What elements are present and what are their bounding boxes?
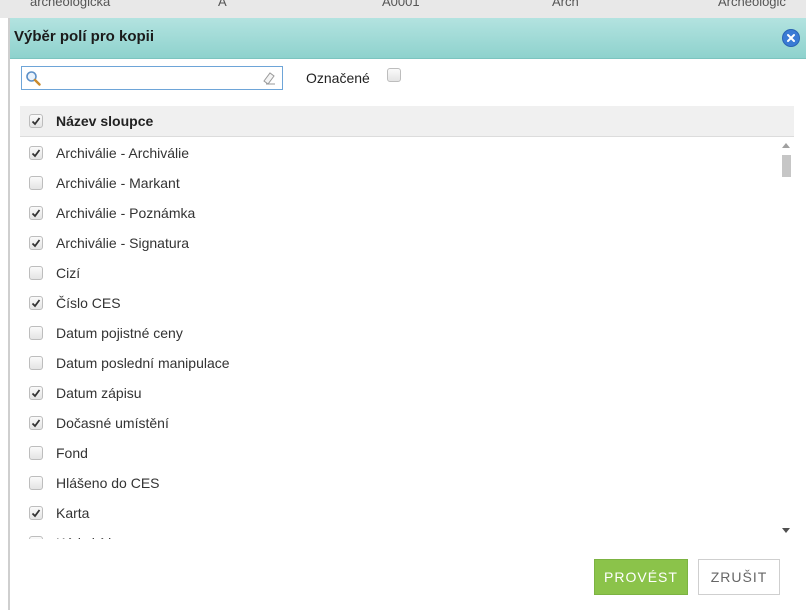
field-checkbox[interactable] <box>29 536 43 539</box>
field-label: Archiválie - Markant <box>56 175 180 191</box>
field-checkbox[interactable] <box>29 416 43 430</box>
field-list-item[interactable]: Kód sbírky <box>20 527 794 539</box>
background-cell: Arch <box>552 0 579 9</box>
cancel-button[interactable]: ZRUŠIT <box>698 559 780 595</box>
field-list-item[interactable]: Archiválie - Signatura <box>20 227 794 257</box>
checkmark-icon <box>31 209 41 218</box>
field-checkbox[interactable] <box>29 206 43 220</box>
column-header-row: Název sloupce <box>20 106 794 137</box>
marked-label: Označené <box>306 70 370 86</box>
field-list-item[interactable]: Datum pojistné ceny <box>20 317 794 347</box>
field-label: Archiválie - Archiválie <box>56 145 190 161</box>
marked-checkbox[interactable] <box>387 68 401 82</box>
field-list-item[interactable]: Cizí <box>20 257 794 287</box>
field-checkbox[interactable] <box>29 296 43 310</box>
background-table-row: archeologická A A0001 Arch Archeologic <box>0 0 806 18</box>
field-label: Dočasné umístění <box>56 415 169 431</box>
search-field[interactable] <box>21 66 283 90</box>
search-input[interactable] <box>44 69 244 87</box>
select-all-checkbox[interactable] <box>29 114 43 128</box>
search-icon <box>26 71 41 86</box>
field-checkbox[interactable] <box>29 266 43 280</box>
close-icon <box>787 34 795 42</box>
background-cell: A <box>218 0 227 9</box>
dialog-titlebar[interactable]: Výběr polí pro kopii <box>10 18 806 59</box>
field-label: Číslo CES <box>56 295 121 311</box>
scroll-up-arrow-icon[interactable] <box>778 137 794 153</box>
field-label: Fond <box>56 445 88 461</box>
dialog-title: Výběr polí pro kopii <box>14 28 155 45</box>
background-cell: archeologická <box>30 0 111 9</box>
field-label: Archiválie - Signatura <box>56 235 190 251</box>
field-checkbox[interactable] <box>29 146 43 160</box>
field-label: Karta <box>56 505 90 521</box>
column-name-header: Název sloupce <box>56 113 154 129</box>
eraser-icon[interactable] <box>262 71 276 85</box>
field-list-item[interactable]: Dočasné umístění <box>20 407 794 437</box>
field-checkbox[interactable] <box>29 356 43 370</box>
scroll-thumb[interactable] <box>782 155 791 177</box>
field-list-item[interactable]: Datum zápisu <box>20 377 794 407</box>
background-cell: Archeologic <box>718 0 786 9</box>
field-checkbox[interactable] <box>29 236 43 250</box>
field-label: Datum zápisu <box>56 385 142 401</box>
checkmark-icon <box>31 389 41 398</box>
field-label: Cizí <box>56 265 81 281</box>
field-list-item[interactable]: Hlášeno do CES <box>20 467 794 497</box>
checkmark-icon <box>31 299 41 308</box>
field-list-item[interactable]: Karta <box>20 497 794 527</box>
field-label: Hlášeno do CES <box>56 475 160 491</box>
field-list-item[interactable]: Datum poslední manipulace <box>20 347 794 377</box>
field-list-item[interactable]: Archiválie - Archiválie <box>20 137 794 167</box>
checkmark-icon <box>31 149 41 158</box>
field-list-item[interactable]: Číslo CES <box>20 287 794 317</box>
field-list-item[interactable]: Archiválie - Markant <box>20 167 794 197</box>
field-label: Datum poslední manipulace <box>56 355 230 371</box>
checkmark-icon <box>31 538 41 539</box>
background-cell: A0001 <box>382 0 420 9</box>
scroll-down-arrow-icon[interactable] <box>778 523 794 539</box>
field-label: Kód sbírky <box>56 535 122 539</box>
field-checkbox[interactable] <box>29 176 43 190</box>
checkmark-icon <box>31 509 41 518</box>
field-checkbox[interactable] <box>29 446 43 460</box>
field-checkbox[interactable] <box>29 386 43 400</box>
field-list-item[interactable]: Archiválie - Poznámka <box>20 197 794 227</box>
field-label: Archiválie - Poznámka <box>56 205 196 221</box>
close-button[interactable] <box>782 29 800 47</box>
checkmark-icon <box>31 419 41 428</box>
field-list[interactable]: Archiválie - Archiválie Archiválie - Mark… <box>20 137 794 539</box>
field-checkbox[interactable] <box>29 326 43 340</box>
field-selection-dialog: Výběr polí pro kopii Označené Název slou… <box>8 18 806 610</box>
vertical-scrollbar[interactable] <box>778 137 794 539</box>
field-list-item[interactable]: Fond <box>20 437 794 467</box>
execute-button[interactable]: PROVÉST <box>594 559 688 595</box>
checkmark-icon <box>31 239 41 248</box>
field-checkbox[interactable] <box>29 506 43 520</box>
field-checkbox[interactable] <box>29 476 43 490</box>
field-list-rows: Archiválie - Archiválie Archiválie - Mark… <box>20 137 794 539</box>
checkmark-icon <box>31 117 41 126</box>
field-label: Datum pojistné ceny <box>56 325 183 341</box>
